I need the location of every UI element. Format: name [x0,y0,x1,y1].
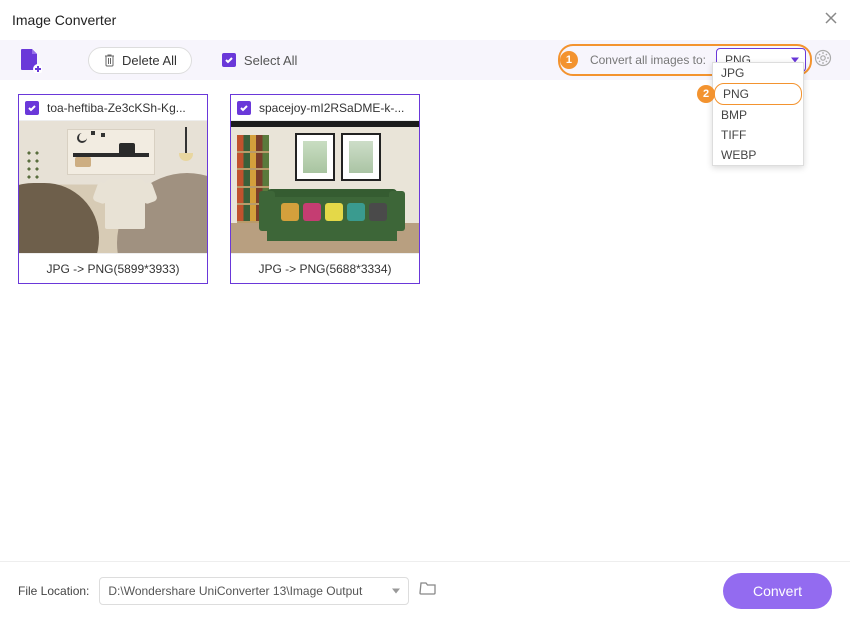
card-header: spacejoy-mI2RSaDME-k-... [231,95,419,121]
add-file-button[interactable] [18,47,42,73]
format-option-bmp[interactable]: BMP [713,105,803,125]
card-thumbnail [231,121,419,253]
footer: File Location: D:\Wondershare UniConvert… [0,561,850,619]
image-card[interactable]: toa-heftiba-Ze3cKSh-Kg... JPG -> PNG(589… [18,94,208,284]
annotation-step-1-badge: 1 [560,51,578,69]
trash-icon [103,53,116,67]
card-conversion-info: JPG -> PNG(5899*3933) [19,253,207,283]
card-filename: toa-heftiba-Ze3cKSh-Kg... [47,101,201,115]
convert-button[interactable]: Convert [723,573,832,609]
card-filename: spacejoy-mI2RSaDME-k-... [259,101,413,115]
card-conversion-info: JPG -> PNG(5688*3334) [231,253,419,283]
format-option-png[interactable]: 2 PNG [714,83,802,105]
window-title: Image Converter [12,12,116,28]
file-location-label: File Location: [18,584,89,598]
card-checkbox[interactable] [237,101,251,115]
format-option-webp[interactable]: WEBP [713,145,803,165]
format-option-jpg[interactable]: JPG [713,63,803,83]
format-dropdown: JPG 2 PNG BMP TIFF WEBP [712,62,804,166]
delete-all-button[interactable]: Delete All [88,47,192,74]
file-location-value: D:\Wondershare UniConverter 13\Image Out… [108,584,362,598]
titlebar: Image Converter [0,0,850,40]
open-folder-icon[interactable] [419,580,437,601]
close-icon[interactable] [824,11,838,30]
select-all-label: Select All [244,53,297,68]
card-header: toa-heftiba-Ze3cKSh-Kg... [19,95,207,121]
file-location-dropdown[interactable]: D:\Wondershare UniConverter 13\Image Out… [99,577,409,605]
image-card[interactable]: spacejoy-mI2RSaDME-k-... JPG -> PNG(5688… [230,94,420,284]
annotation-step-2-badge: 2 [697,85,715,103]
checkbox-checked-icon [222,53,236,67]
settings-icon[interactable] [814,49,832,72]
card-thumbnail [19,121,207,253]
card-checkbox[interactable] [25,101,39,115]
convert-to-label: Convert all images to: [590,53,706,67]
select-all-checkbox[interactable]: Select All [222,53,297,68]
format-option-png-label: PNG [723,87,749,101]
delete-all-label: Delete All [122,53,177,68]
format-option-tiff[interactable]: TIFF [713,125,803,145]
